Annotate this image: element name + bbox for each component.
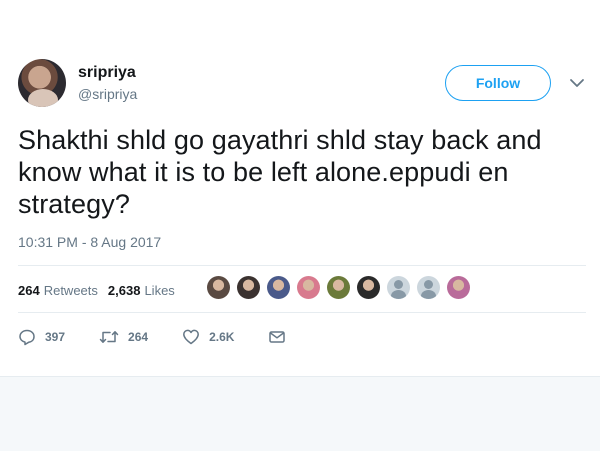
liker-avatar[interactable] [297,276,320,299]
chevron-down-icon[interactable] [568,74,586,92]
reply-count: 397 [45,330,66,344]
liker-avatar[interactable] [237,276,260,299]
likes-label: Likes [144,282,175,298]
tweet-actions: 397 264 2.6K [18,328,329,346]
heart-icon [183,329,200,345]
likes-count: 2,638 [107,282,141,298]
reply-icon [19,329,35,346]
envelope-icon [269,331,286,343]
page-background-band [0,376,600,451]
default-avatar-icon[interactable] [417,276,440,299]
like-action[interactable]: 2.6K [182,328,234,346]
tweet-card: sripriya @sripriya Follow Shakthi shld g… [0,0,600,376]
retweets-count: 264 [18,282,40,298]
retweets-label: Retweets [43,282,98,298]
likes-stat[interactable]: 2,638 Likes [108,283,175,298]
retweet-action[interactable]: 264 [99,328,148,346]
default-avatar-icon[interactable] [387,276,410,299]
liker-avatar[interactable] [357,276,380,299]
liker-avatar[interactable] [207,276,230,299]
direct-message-action[interactable] [268,328,295,346]
author-name[interactable]: sripriya [78,64,136,82]
likers-avatar-strip [207,276,477,299]
author-handle[interactable]: @sripriya [78,86,137,102]
tweet-text: Shakthi shld go gayathri shld stay back … [18,125,542,219]
retweets-stat[interactable]: 264 Retweets [18,283,98,298]
retweet-icon [99,331,119,343]
tweet-stats: 264 Retweets 2,638 Likes [18,280,185,300]
author-avatar[interactable] [18,59,66,107]
liker-avatar[interactable] [327,276,350,299]
divider [18,312,586,313]
follow-button[interactable]: Follow [445,65,551,101]
reply-action[interactable]: 397 [18,328,65,346]
tweet-timestamp[interactable]: 10:31 PM - 8 Aug 2017 [18,234,161,250]
divider [18,265,586,266]
liker-avatar[interactable] [267,276,290,299]
retweet-count: 264 [128,330,149,344]
liker-avatar[interactable] [447,276,470,299]
like-count: 2.6K [209,330,235,344]
